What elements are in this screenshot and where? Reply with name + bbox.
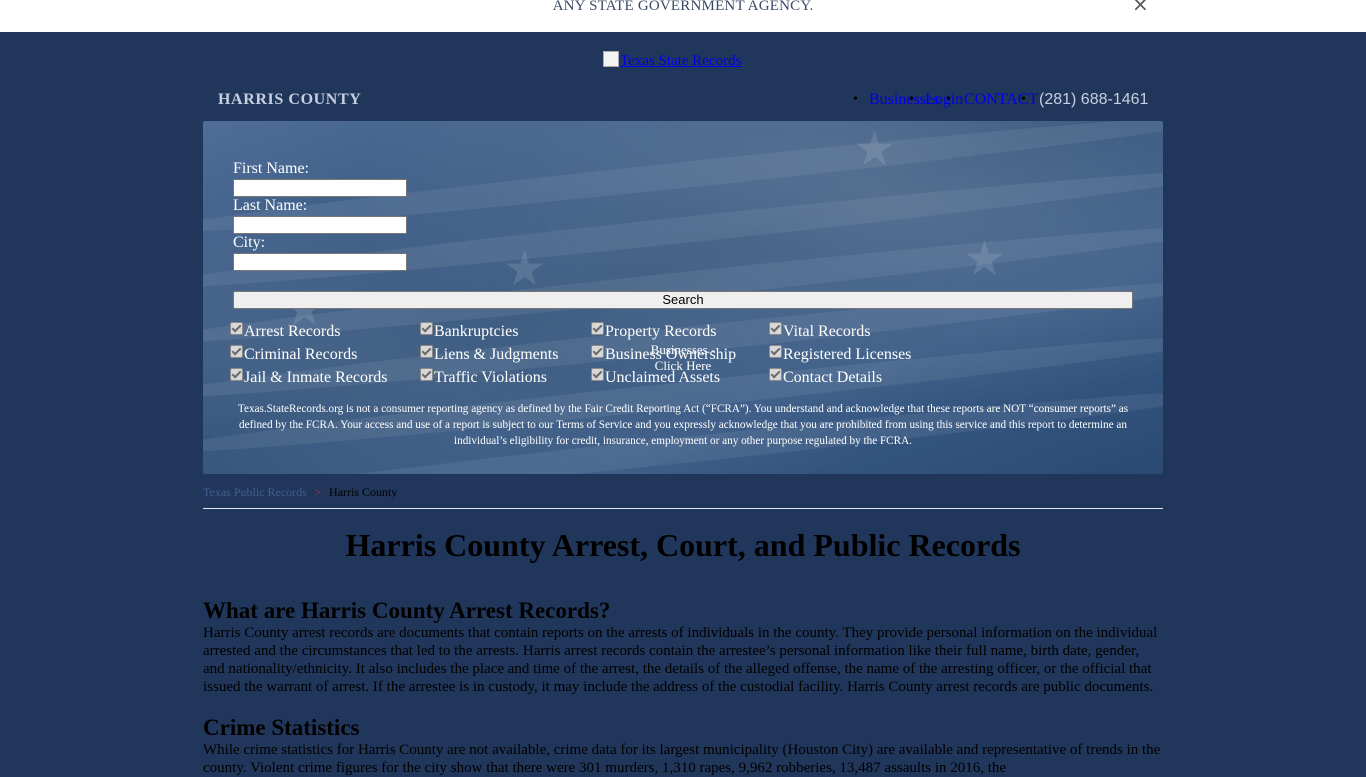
city-label: City: [233,234,266,251]
checkbox-jail-inmate-records[interactable]: Jail & Inmate Records [230,368,388,387]
star-decoration-icon: ★ [503,241,547,297]
checkbox-label: Contact Details [783,369,883,386]
nav-bullet: • [1021,92,1026,107]
star-decoration-icon: ★ [963,231,1007,287]
checkbox-label: Bankruptcies [434,323,519,340]
checkbox-traffic-violations[interactable]: Traffic Violations [420,368,547,387]
site-logo-link[interactable]: Texas State Records [603,51,741,70]
checkbox-checked-icon[interactable] [769,322,782,335]
checkbox-label: Property Records [605,323,717,340]
businesses-overlay-line1: Businesses - [650,342,716,357]
checkbox-label: Jail & Inmate Records [244,369,388,386]
checkbox-property-records[interactable]: Property Records [591,322,717,341]
checkbox-checked-icon[interactable] [230,368,243,381]
divider [203,508,1163,509]
nav-bullet: • [909,92,914,107]
nav-bullet: • [946,92,951,107]
search-button[interactable]: Search [233,291,1133,309]
broken-image-icon [603,51,619,67]
first-name-input[interactable] [233,179,407,197]
checkbox-checked-icon[interactable] [230,322,243,335]
checkbox-contact-details[interactable]: Contact Details [769,368,882,387]
star-decoration-icon: ★ [853,121,897,177]
checkbox-checked-icon[interactable] [591,368,604,381]
fcra-disclaimer: Texas.StateRecords.org is not a consumer… [237,403,1129,447]
nav-bullet: • [853,92,858,107]
logo-alt-text: Texas State Records [620,53,742,69]
nav-contact-link[interactable]: CONTACT [964,91,1038,109]
checkbox-registered-licenses[interactable]: Registered Licenses [769,345,911,364]
section-heading-arrest-records: What are Harris County Arrest Records? [203,598,611,623]
phone-number: (281) 688-1461 [1039,91,1149,108]
search-panel: ★ ★ ★ ★ First Name: Last Name: City: Sea… [203,121,1163,474]
county-name: HARRIS COUNTY [218,91,362,108]
banner-text: ANY STATE GOVERNMENT AGENCY. [552,0,814,14]
checkbox-checked-icon[interactable] [769,345,782,358]
checkbox-vital-records[interactable]: Vital Records [769,322,870,341]
checkbox-checked-icon[interactable] [230,345,243,358]
checkbox-label: Arrest Records [244,323,341,340]
businesses-click-here-link[interactable]: Businesses - Click Here [628,342,738,374]
checkbox-label: Registered Licenses [783,346,912,363]
first-name-label: First Name: [233,160,309,177]
close-icon[interactable]: × [1132,0,1149,16]
section-body-arrest-records: Harris County arrest records are documen… [203,625,1158,695]
nav-login-link[interactable]: Login [925,91,963,109]
breadcrumb: Texas Public Records > Harris County [203,485,397,500]
checkbox-checked-icon[interactable] [591,322,604,335]
checkbox-checked-icon[interactable] [420,345,433,358]
checkbox-checked-icon[interactable] [769,368,782,381]
checkbox-label: Criminal Records [244,346,358,363]
breadcrumb-current: Harris County [329,485,398,499]
last-name-label: Last Name: [233,197,308,214]
page-title: Harris County Arrest, Court, and Public … [345,527,1021,563]
top-banner: ANY STATE GOVERNMENT AGENCY. × [0,0,1366,32]
checkbox-arrest-records[interactable]: Arrest Records [230,322,340,341]
breadcrumb-separator-icon: > [314,487,322,499]
checkbox-criminal-records[interactable]: Criminal Records [230,345,357,364]
checkbox-checked-icon[interactable] [420,368,433,381]
checkbox-bankruptcies[interactable]: Bankruptcies [420,322,518,341]
checkbox-label: Vital Records [783,323,871,340]
breadcrumb-texas-public-records[interactable]: Texas Public Records [203,485,307,499]
checkbox-label: Traffic Violations [434,369,547,386]
section-body-crime-statistics: While crime statistics for Harris County… [203,742,1161,776]
last-name-input[interactable] [233,216,407,234]
city-input[interactable] [233,253,407,271]
checkbox-checked-icon[interactable] [591,345,604,358]
checkbox-liens-judgments[interactable]: Liens & Judgments [420,345,558,364]
checkbox-label: Liens & Judgments [434,346,559,363]
checkbox-checked-icon[interactable] [420,322,433,335]
section-heading-crime-statistics: Crime Statistics [203,715,360,740]
businesses-overlay-line2: Click Here [654,358,712,373]
